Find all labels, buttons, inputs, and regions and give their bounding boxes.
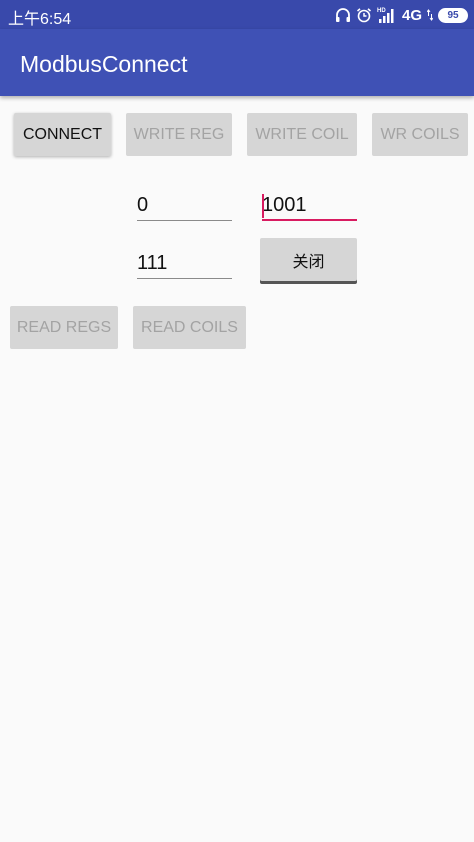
status-time: 上午6:54 bbox=[8, 11, 72, 28]
write-reg-button[interactable]: WRITE REG bbox=[126, 113, 232, 156]
close-button[interactable]: 关闭 bbox=[260, 238, 357, 281]
svg-text:HD: HD bbox=[377, 8, 386, 14]
hd-signal-icon: HD bbox=[377, 8, 394, 23]
status-icons: HD 4G 95 bbox=[335, 4, 468, 26]
status-bar: 上午6:54 HD 4G 95 bbox=[0, 0, 474, 29]
count-input[interactable]: 111 bbox=[137, 249, 232, 279]
network-type: 4G bbox=[401, 6, 422, 24]
value-input-text: 1001 bbox=[262, 194, 307, 216]
read-coils-button[interactable]: READ COILS bbox=[133, 306, 246, 349]
headphones-icon bbox=[335, 8, 350, 22]
connect-button[interactable]: CONNECT bbox=[14, 113, 111, 156]
wr-coils-button[interactable]: WR COILS bbox=[372, 113, 468, 156]
data-arrows-icon bbox=[427, 9, 433, 21]
address-input[interactable]: 0 bbox=[137, 191, 232, 221]
app-title: ModbusConnect bbox=[20, 51, 188, 77]
text-cursor bbox=[262, 194, 264, 218]
app-bar: ModbusConnect bbox=[0, 29, 474, 96]
alarm-icon bbox=[356, 8, 372, 23]
value-input[interactable]: 1001 bbox=[262, 191, 357, 221]
write-coil-button[interactable]: WRITE COIL bbox=[247, 113, 357, 156]
battery-icon: 95 bbox=[438, 7, 468, 23]
read-regs-button[interactable]: READ REGS bbox=[10, 306, 118, 349]
battery-level: 95 bbox=[447, 9, 459, 21]
